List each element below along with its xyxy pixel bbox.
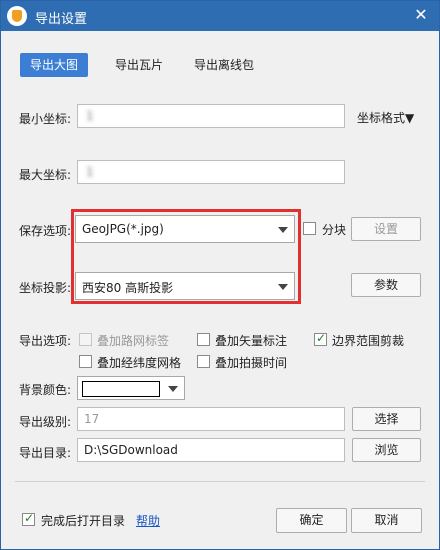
projection-label: 坐标投影: xyxy=(19,281,72,295)
min-coord-field[interactable]: 1 xyxy=(77,104,345,128)
max-coord-value: 1 xyxy=(86,165,189,179)
vector-annotation-checkbox[interactable] xyxy=(197,333,210,346)
open-after-checkbox[interactable] xyxy=(22,511,35,526)
help-link[interactable]: 帮助 xyxy=(136,512,160,529)
max-coord-label: 最大坐标: xyxy=(19,168,72,182)
capture-time-text: 叠加拍摄时间 xyxy=(215,356,288,370)
settings-button[interactable]: 设置 xyxy=(351,217,421,241)
latlng-grid-text: 叠加经纬度网格 xyxy=(97,356,182,370)
params-button[interactable]: 参数 xyxy=(351,273,421,297)
capture-time-checkbox[interactable] xyxy=(197,355,210,368)
export-dir-value: D:\SGDownload xyxy=(84,443,178,457)
min-coord-label: 最小坐标: xyxy=(19,112,72,126)
background-color-select[interactable] xyxy=(77,376,185,400)
export-level-label: 导出级别: xyxy=(19,415,72,429)
projection-select[interactable]: 西安80 高斯投影 xyxy=(75,272,295,300)
dialog-title: 导出设置 xyxy=(35,12,88,27)
browse-button[interactable]: 浏览 xyxy=(352,438,421,462)
tab-export-tiles[interactable]: 导出瓦片 xyxy=(105,53,173,77)
title-bar: 导出设置 ✕ xyxy=(1,1,439,31)
export-level-field[interactable]: 17 xyxy=(77,407,345,431)
export-dir-label: 导出目录: xyxy=(19,446,72,460)
vector-annotation-text: 叠加矢量标注 xyxy=(215,334,288,348)
color-swatch xyxy=(82,381,160,397)
boundary-clip-checkbox[interactable] xyxy=(314,331,327,346)
road-label-checkbox[interactable] xyxy=(79,333,92,346)
tile-checkbox[interactable] xyxy=(303,222,316,235)
save-options-label: 保存选项: xyxy=(19,224,72,238)
select-level-button[interactable]: 选择 xyxy=(352,407,421,431)
projection-value: 西安80 高斯投影 xyxy=(82,281,174,295)
divider xyxy=(15,481,425,482)
road-label-text: 叠加路网标签 xyxy=(97,334,170,348)
max-coord-field[interactable]: 1 xyxy=(77,160,345,184)
background-color-label: 背景颜色: xyxy=(19,383,72,397)
export-options-label: 导出选项: xyxy=(19,334,72,348)
latlng-grid-checkbox[interactable] xyxy=(79,355,92,368)
tab-export-large-image[interactable]: 导出大图 xyxy=(20,53,89,77)
app-logo-icon xyxy=(7,6,27,26)
coord-format-dropdown[interactable]: 坐标格式▼ xyxy=(357,109,414,126)
open-after-label: 完成后打开目录 xyxy=(41,514,126,528)
cancel-button[interactable]: 取消 xyxy=(351,508,422,533)
min-coord-value: 1 xyxy=(86,109,189,123)
ok-button[interactable]: 确定 xyxy=(276,508,347,533)
export-dir-field[interactable]: D:\SGDownload xyxy=(77,438,345,462)
boundary-clip-text: 边界范围剪裁 xyxy=(332,334,405,348)
tab-export-offline-package[interactable]: 导出离线包 xyxy=(184,53,264,77)
chevron-down-icon xyxy=(278,227,288,233)
chevron-down-icon xyxy=(278,284,288,290)
chevron-down-icon xyxy=(168,386,178,392)
export-level-value: 17 xyxy=(84,412,100,426)
export-settings-dialog: 导出设置 ✕ 导出大图 导出瓦片 导出离线包 最小坐标: 1 坐标格式▼ 最大坐… xyxy=(0,0,440,550)
close-icon[interactable]: ✕ xyxy=(411,5,431,25)
save-format-select[interactable]: GeoJPG(*.jpg) xyxy=(75,215,295,243)
tile-label: 分块 xyxy=(322,223,347,237)
save-format-value: GeoJPG(*.jpg) xyxy=(82,222,164,236)
